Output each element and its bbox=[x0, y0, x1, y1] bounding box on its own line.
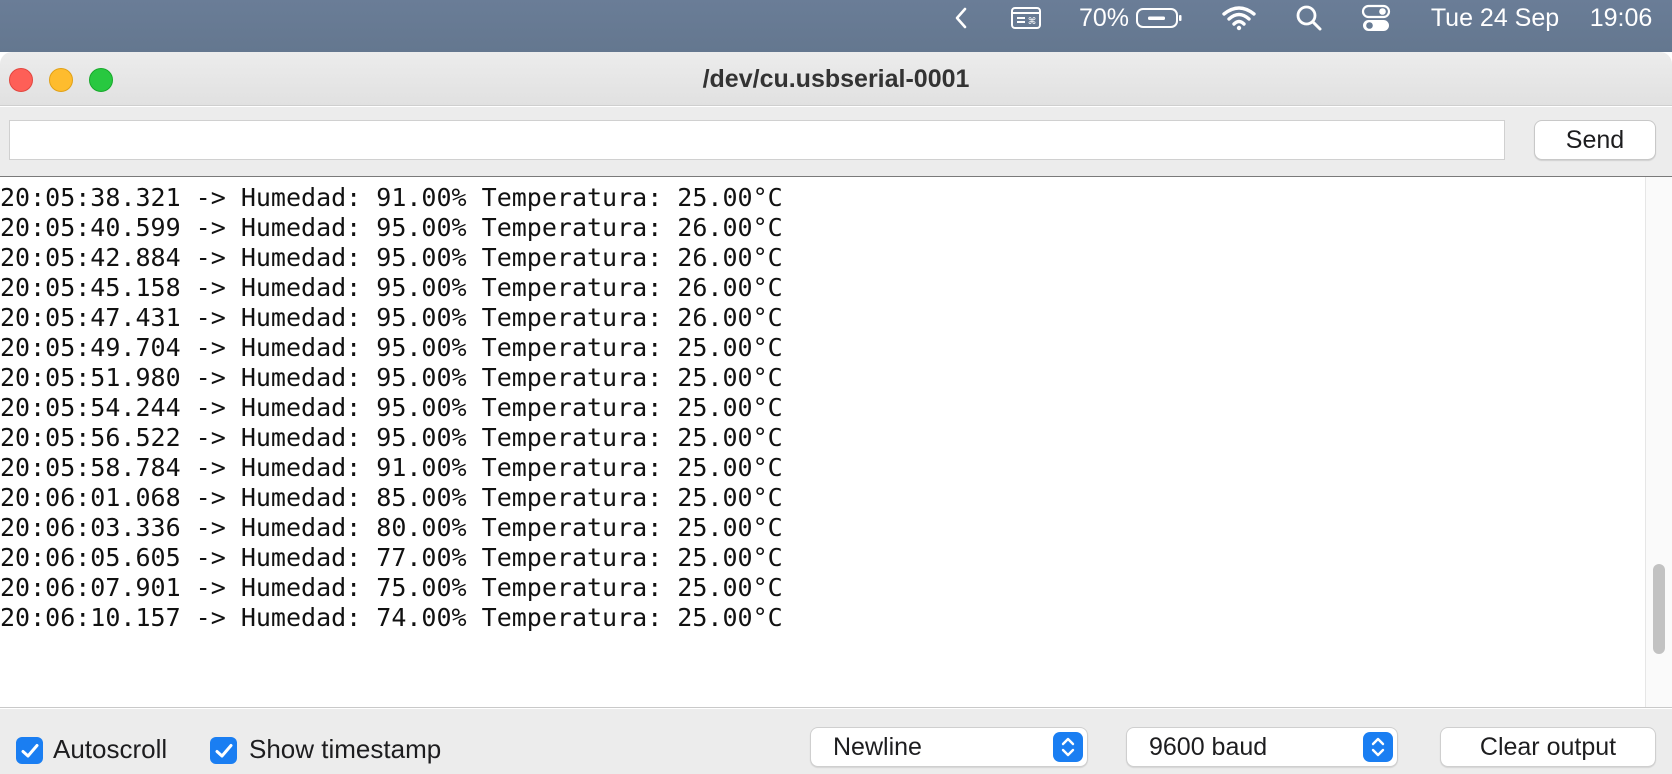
battery-percent: 70% bbox=[1078, 3, 1130, 32]
show-timestamp-label[interactable]: Show timestamp bbox=[249, 734, 441, 765]
svg-text:⌘: ⌘ bbox=[1028, 17, 1037, 27]
checkmark-icon bbox=[21, 743, 38, 757]
serial-output[interactable]: 20:05:38.321 -> Humedad: 91.00% Temperat… bbox=[0, 176, 1672, 708]
output-line: 20:05:51.980 -> Humedad: 95.00% Temperat… bbox=[0, 363, 783, 392]
output-lines: 20:05:38.321 -> Humedad: 91.00% Temperat… bbox=[0, 183, 783, 633]
output-line: 20:05:40.599 -> Humedad: 95.00% Temperat… bbox=[0, 213, 783, 242]
menubar-date[interactable]: Tue 24 Sep bbox=[1424, 0, 1566, 36]
chevron-left-icon[interactable] bbox=[948, 0, 974, 36]
output-line: 20:06:03.336 -> Humedad: 80.00% Temperat… bbox=[0, 513, 783, 542]
output-line: 20:05:38.321 -> Humedad: 91.00% Temperat… bbox=[0, 183, 783, 212]
line-ending-value: Newline bbox=[833, 733, 922, 761]
send-bar: Send bbox=[0, 107, 1672, 177]
title-bar[interactable]: /dev/cu.usbserial-0001 bbox=[0, 52, 1672, 106]
battery-icon[interactable] bbox=[1134, 0, 1184, 36]
vertical-scrollbar[interactable] bbox=[1645, 177, 1672, 707]
send-button[interactable]: Send bbox=[1534, 120, 1656, 160]
baud-rate-select[interactable]: 9600 baud bbox=[1126, 727, 1398, 767]
updown-chevron-icon bbox=[1053, 732, 1083, 762]
autoscroll-checkbox[interactable] bbox=[16, 737, 43, 764]
send-input[interactable] bbox=[9, 120, 1505, 160]
window-title: /dev/cu.usbserial-0001 bbox=[702, 64, 970, 93]
output-line: 20:06:07.901 -> Humedad: 75.00% Temperat… bbox=[0, 573, 783, 602]
line-ending-select[interactable]: Newline bbox=[810, 727, 1088, 767]
autoscroll-label[interactable]: Autoscroll bbox=[53, 734, 167, 765]
output-line: 20:06:10.157 -> Humedad: 74.00% Temperat… bbox=[0, 603, 783, 632]
menu-bar: ⌘ 70% Tue 24 Sep 19:06 bbox=[0, 0, 1672, 52]
output-line: 20:06:05.605 -> Humedad: 77.00% Temperat… bbox=[0, 543, 783, 572]
scrollbar-thumb[interactable] bbox=[1653, 564, 1665, 654]
output-line: 20:05:49.704 -> Humedad: 95.00% Temperat… bbox=[0, 333, 783, 362]
output-line: 20:05:42.884 -> Humedad: 95.00% Temperat… bbox=[0, 243, 783, 272]
output-line: 20:05:47.431 -> Humedad: 95.00% Temperat… bbox=[0, 303, 783, 332]
output-line: 20:05:54.244 -> Humedad: 95.00% Temperat… bbox=[0, 393, 783, 422]
wifi-icon[interactable] bbox=[1220, 0, 1258, 36]
spotlight-search-icon[interactable] bbox=[1294, 0, 1324, 36]
output-line: 20:06:01.068 -> Humedad: 85.00% Temperat… bbox=[0, 483, 783, 512]
output-line: 20:05:45.158 -> Humedad: 95.00% Temperat… bbox=[0, 273, 783, 302]
bottom-bar: Autoscroll Show timestamp Newline 9600 b… bbox=[0, 709, 1672, 774]
serial-monitor-window: /dev/cu.usbserial-0001 Send 20:05:38.321… bbox=[0, 52, 1672, 774]
updown-chevron-icon bbox=[1363, 732, 1393, 762]
checkmark-icon bbox=[215, 743, 232, 757]
control-center-icon[interactable] bbox=[1360, 0, 1392, 36]
output-line: 20:05:58.784 -> Humedad: 91.00% Temperat… bbox=[0, 453, 783, 482]
clear-output-button[interactable]: Clear output bbox=[1440, 727, 1656, 767]
keyboard-shortcuts-icon[interactable]: ⌘ bbox=[1008, 0, 1044, 36]
show-timestamp-checkbox[interactable] bbox=[210, 737, 237, 764]
menubar-time[interactable]: 19:06 bbox=[1582, 0, 1660, 36]
output-line: 20:05:56.522 -> Humedad: 95.00% Temperat… bbox=[0, 423, 783, 452]
baud-rate-value: 9600 baud bbox=[1149, 733, 1268, 761]
